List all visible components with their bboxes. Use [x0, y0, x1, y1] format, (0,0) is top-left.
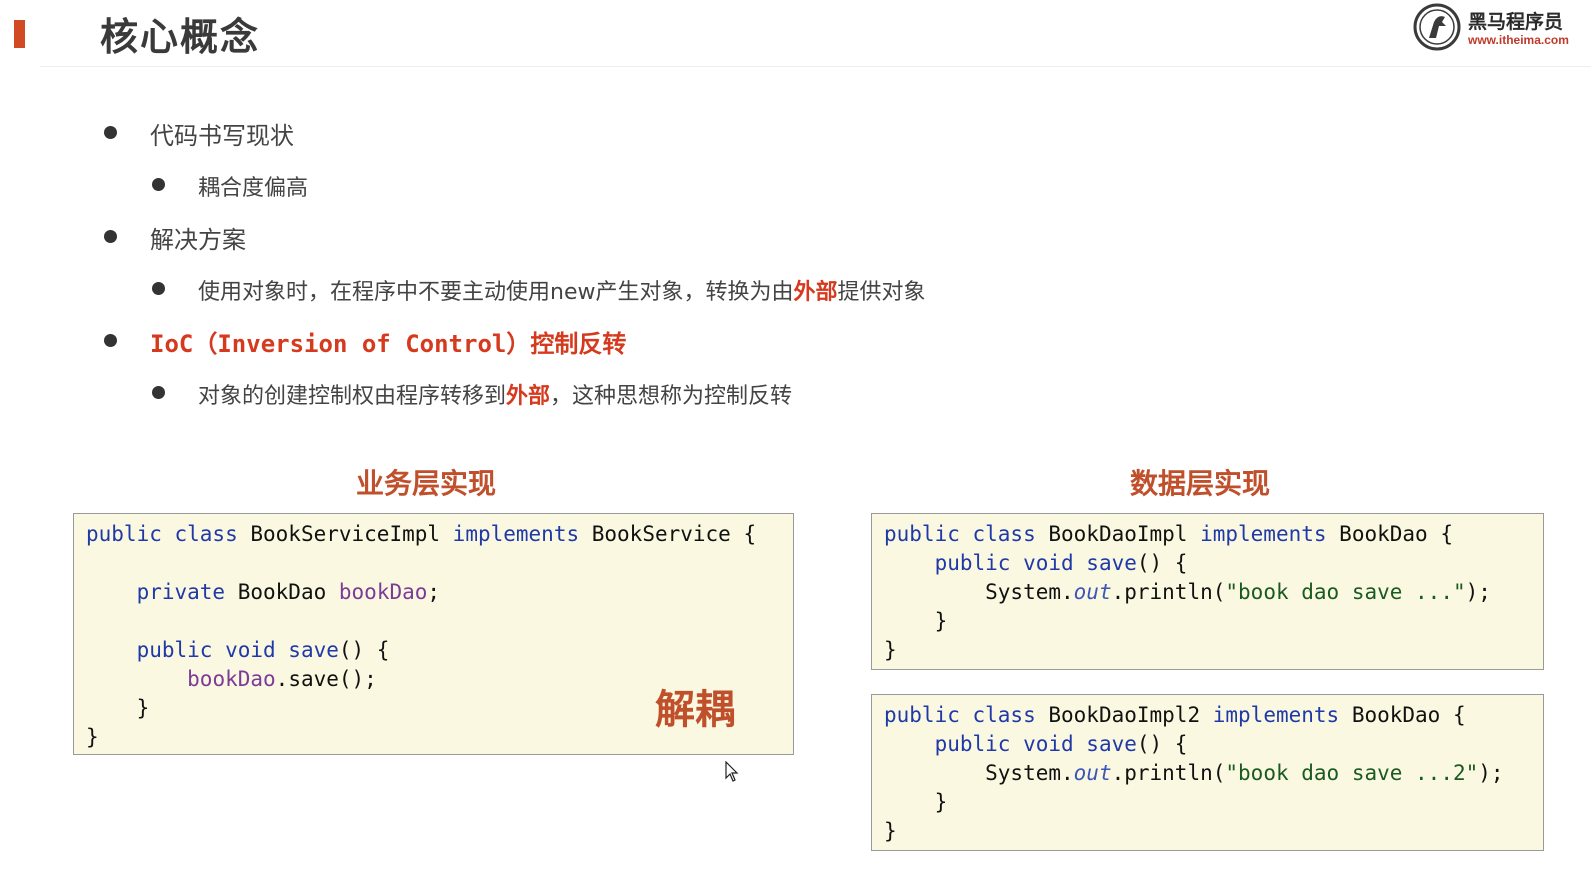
code-line: public void save() { [136, 638, 390, 662]
bullet-ioc: IoC（Inversion of Control）控制反转 [104, 324, 627, 359]
title-accent-bar [14, 20, 25, 48]
bullet-ioc-detail: 对象的创建控制权由程序转移到外部，这种思想称为控制反转 [152, 378, 793, 410]
highlight-external: 外部 [793, 280, 838, 305]
code-line: public class BookServiceImpl implements … [86, 522, 757, 546]
bullet-solution: 解决方案 [104, 220, 246, 255]
mouse-pointer-icon [725, 761, 739, 782]
page-title: 核心概念 [100, 15, 261, 59]
bullet-solution-detail: 使用对象时，在程序中不要主动使用new产生对象，转换为由外部提供对象 [152, 274, 926, 306]
code-line: public void save() { [934, 551, 1188, 575]
decouple-label: 解耦 [655, 687, 735, 733]
bullet-text-part: 对象的创建控制权由程序转移到 [198, 384, 507, 409]
bullet-dot [104, 230, 117, 243]
business-layer-title: 业务层实现 [356, 467, 497, 500]
code-line: } [884, 790, 948, 814]
bullet-text: 解决方案 [150, 226, 246, 254]
bullet-text-part: 提供对象 [837, 280, 926, 305]
bullet-dot [152, 282, 165, 295]
code-line: } [884, 638, 897, 662]
bullet-current-state: 代码书写现状 [104, 116, 294, 151]
highlight-external: 外部 [506, 384, 551, 409]
code-line: public class BookDaoImpl implements Book… [884, 522, 1453, 546]
bullet-text: 耦合度偏高 [198, 176, 309, 201]
ioc-paren-close: ） [506, 330, 531, 358]
code-line: public class BookDaoImpl2 implements Boo… [884, 703, 1466, 727]
code-line: private BookDao bookDao; [136, 580, 441, 604]
bullet-high-coupling: 耦合度偏高 [152, 170, 309, 202]
dao-impl-code-block: public class BookDaoImpl implements Book… [871, 513, 1544, 670]
brand-logo: 黑马程序员 www.itheima.com [1412, 2, 1591, 52]
bullet-text-part: ，这种思想称为控制反转 [550, 384, 793, 409]
code-line: } [884, 819, 897, 843]
bullet-dot [104, 126, 117, 139]
code-line: System.out.println("book dao save ..."); [884, 580, 1491, 604]
logo-url: www.itheima.com [1468, 33, 1569, 47]
bullet-text: 代码书写现状 [150, 122, 294, 150]
bullet-dot [104, 334, 117, 347]
ioc-full-name: Inversion of Control [217, 330, 507, 358]
dao-impl2-code-block: public class BookDaoImpl2 implements Boo… [871, 694, 1544, 851]
header-divider [40, 66, 1591, 67]
bullet-dot [152, 178, 165, 191]
ioc-paren-open: （ [193, 330, 218, 358]
logo-name: 黑马程序员 [1468, 11, 1564, 33]
horse-logo-icon [1413, 3, 1461, 51]
code-line: System.out.println("book dao save ...2")… [884, 761, 1504, 785]
ioc-chinese: 控制反转 [530, 330, 627, 358]
bullet-text-part: 使用对象时，在程序中不要主动使用new产生对象，转换为由 [198, 280, 794, 305]
bullet-dot [152, 386, 165, 399]
code-line: public void save() { [934, 732, 1188, 756]
data-layer-title: 数据层实现 [1130, 467, 1271, 500]
ioc-abbr: IoC [150, 330, 194, 358]
code-line: } [884, 609, 948, 633]
